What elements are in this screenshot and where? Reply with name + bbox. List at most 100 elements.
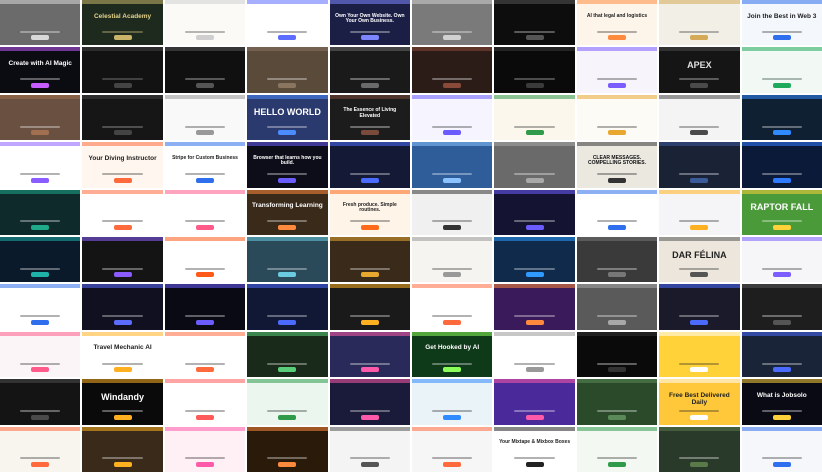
website-thumbnail[interactable]: [659, 0, 740, 46]
website-thumbnail[interactable]: [412, 0, 493, 46]
website-thumbnail[interactable]: [0, 237, 81, 283]
website-thumbnail[interactable]: Travel Mechanic AI: [82, 331, 163, 378]
website-thumbnail[interactable]: [741, 426, 822, 472]
website-thumbnail[interactable]: DAR FÉLINA: [659, 237, 740, 283]
website-thumbnail[interactable]: [412, 94, 493, 141]
website-thumbnail[interactable]: [741, 94, 822, 141]
website-thumbnail[interactable]: [659, 94, 740, 141]
website-thumbnail[interactable]: Join the Best in Web 3: [741, 0, 822, 46]
website-thumbnail[interactable]: HELLO WORLD: [247, 94, 328, 141]
website-thumbnail[interactable]: [494, 379, 575, 425]
website-thumbnail[interactable]: Own Your Own Website. Own Your Own Busin…: [329, 0, 410, 46]
website-thumbnail[interactable]: [494, 47, 575, 93]
website-thumbnail[interactable]: [741, 47, 822, 93]
website-thumbnail[interactable]: [576, 47, 658, 93]
website-thumbnail[interactable]: Your Mixtape & Mixbox Boxes: [494, 426, 575, 472]
website-thumbnail[interactable]: [494, 142, 575, 188]
website-thumbnail[interactable]: [247, 379, 328, 425]
website-thumbnail[interactable]: Windandy: [82, 379, 163, 425]
website-thumbnail[interactable]: [0, 426, 81, 472]
website-thumbnail[interactable]: [329, 237, 410, 283]
website-thumbnail[interactable]: Celestial Academy: [82, 0, 163, 46]
website-thumbnail[interactable]: Transforming Learning: [247, 189, 328, 235]
website-thumbnail[interactable]: [659, 426, 740, 472]
website-thumbnail[interactable]: [494, 94, 575, 141]
website-thumbnail[interactable]: [659, 331, 740, 378]
website-thumbnail[interactable]: [329, 426, 410, 472]
website-thumbnail[interactable]: [82, 284, 163, 330]
website-thumbnail[interactable]: [82, 47, 163, 93]
website-thumbnail[interactable]: [412, 426, 493, 472]
website-thumbnail[interactable]: Your Diving Instructor: [82, 142, 163, 188]
website-thumbnail[interactable]: [576, 379, 658, 425]
website-thumbnail[interactable]: [576, 189, 658, 235]
website-thumbnail[interactable]: [247, 284, 328, 330]
website-thumbnail[interactable]: RAPTOR FALL: [741, 189, 822, 235]
website-thumbnail[interactable]: [576, 426, 658, 472]
website-thumbnail[interactable]: [0, 189, 81, 235]
website-thumbnail[interactable]: [329, 331, 410, 378]
website-thumbnail[interactable]: [247, 331, 328, 378]
website-thumbnail[interactable]: [0, 94, 81, 141]
website-thumbnail[interactable]: APEX: [659, 47, 740, 93]
website-thumbnail[interactable]: [659, 189, 740, 235]
website-thumbnail[interactable]: [576, 94, 658, 141]
website-thumbnail[interactable]: [494, 284, 575, 330]
website-thumbnail[interactable]: [247, 47, 328, 93]
website-thumbnail[interactable]: [576, 284, 658, 330]
website-thumbnail[interactable]: [741, 284, 822, 330]
website-thumbnail[interactable]: [247, 426, 328, 472]
website-thumbnail[interactable]: [82, 426, 163, 472]
website-thumbnail[interactable]: [329, 284, 410, 330]
website-thumbnail[interactable]: [494, 237, 575, 283]
website-thumbnail[interactable]: Free Best Delivered Daily: [659, 379, 740, 425]
website-thumbnail[interactable]: [164, 94, 246, 141]
website-thumbnail[interactable]: Fresh produce. Simple routines.: [329, 189, 410, 235]
website-thumbnail[interactable]: Get Hooked by AI: [412, 331, 493, 378]
website-thumbnail[interactable]: [741, 331, 822, 378]
website-thumbnail[interactable]: [82, 189, 163, 235]
website-thumbnail[interactable]: [494, 189, 575, 235]
website-thumbnail[interactable]: [659, 284, 740, 330]
website-thumbnail[interactable]: AI that legal and logistics: [576, 0, 658, 46]
website-thumbnail[interactable]: [164, 284, 246, 330]
website-thumbnail[interactable]: [164, 331, 246, 378]
website-thumbnail[interactable]: [412, 47, 493, 93]
website-thumbnail[interactable]: [329, 142, 410, 188]
website-thumbnail[interactable]: [0, 0, 81, 46]
website-thumbnail[interactable]: [329, 379, 410, 425]
website-thumbnail[interactable]: [412, 189, 493, 235]
website-thumbnail[interactable]: [494, 331, 575, 378]
website-thumbnail[interactable]: [741, 237, 822, 283]
website-thumbnail[interactable]: [164, 189, 246, 235]
website-thumbnail[interactable]: [247, 237, 328, 283]
website-thumbnail[interactable]: [659, 142, 740, 188]
website-thumbnail[interactable]: [82, 237, 163, 283]
website-thumbnail[interactable]: CLEAR MESSAGES. COMPELLING STORIES.: [576, 142, 658, 188]
website-thumbnail[interactable]: Create with AI Magic: [0, 47, 81, 93]
website-thumbnail[interactable]: [0, 142, 81, 188]
website-thumbnail[interactable]: [412, 142, 493, 188]
website-thumbnail[interactable]: [412, 379, 493, 425]
website-thumbnail[interactable]: [412, 237, 493, 283]
website-thumbnail[interactable]: [576, 237, 658, 283]
website-thumbnail[interactable]: [0, 284, 81, 330]
website-thumbnail[interactable]: The Essence of Living Elevated: [329, 94, 410, 141]
website-thumbnail[interactable]: Browser that learns how you build.: [247, 142, 328, 188]
website-thumbnail[interactable]: [164, 426, 246, 472]
website-thumbnail[interactable]: [82, 94, 163, 141]
website-thumbnail[interactable]: [412, 284, 493, 330]
website-thumbnail[interactable]: [164, 47, 246, 93]
website-thumbnail[interactable]: Stripe for Custom Business: [164, 142, 246, 188]
website-thumbnail[interactable]: [0, 379, 81, 425]
website-thumbnail[interactable]: [164, 379, 246, 425]
website-thumbnail[interactable]: [741, 142, 822, 188]
website-thumbnail[interactable]: [576, 331, 658, 378]
website-thumbnail[interactable]: [0, 331, 81, 378]
website-thumbnail[interactable]: [329, 47, 410, 93]
website-thumbnail[interactable]: [494, 0, 575, 46]
website-thumbnail[interactable]: What is Jobsolo: [741, 379, 822, 425]
website-thumbnail[interactable]: [164, 237, 246, 283]
website-thumbnail[interactable]: [247, 0, 328, 46]
website-thumbnail[interactable]: [164, 0, 246, 46]
